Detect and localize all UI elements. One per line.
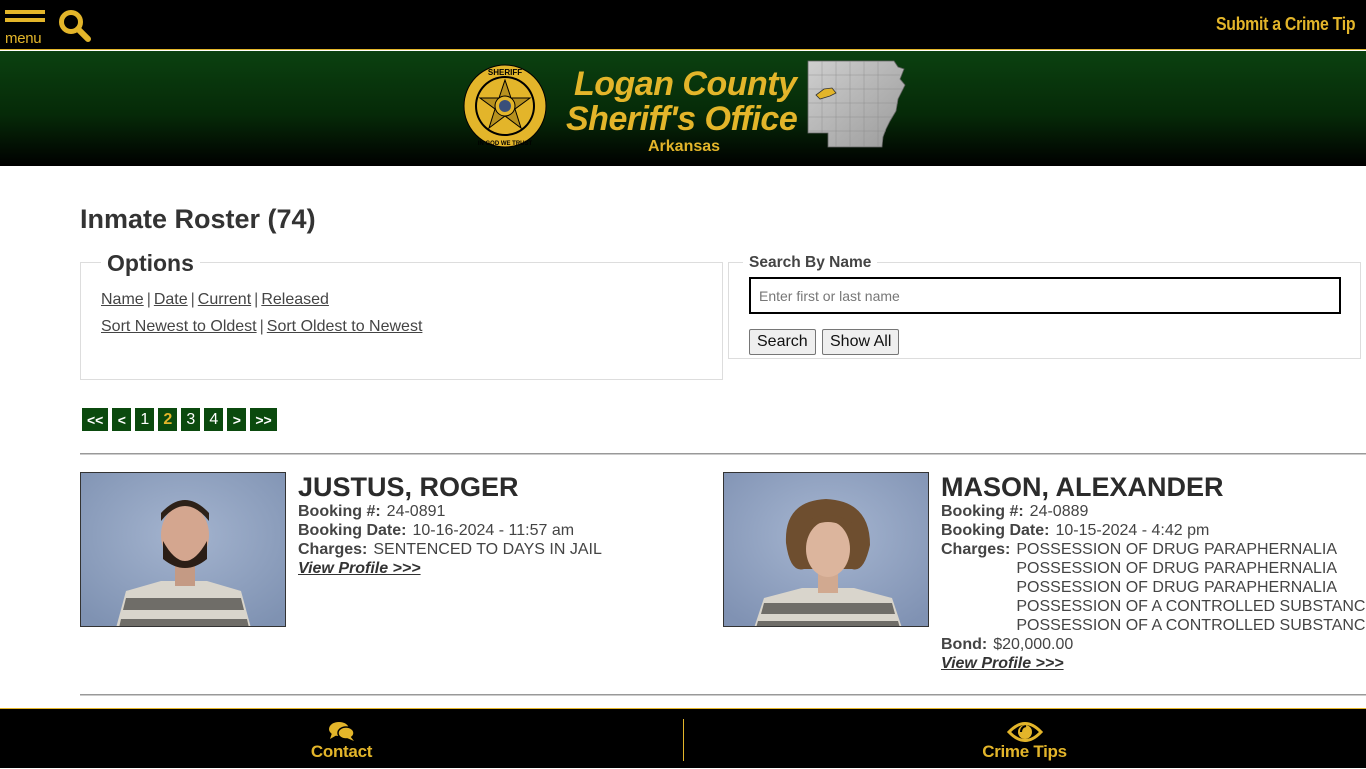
charges-label: Charges: [298, 541, 368, 558]
separator: | [254, 291, 259, 308]
charge-item: POSSESSION OF DRUG PARAPHERNALIA [1016, 541, 1338, 558]
separator: | [190, 291, 195, 308]
brand-title-line2: Sheriff's Office [566, 100, 798, 138]
inmate-name: MASON, ALEXANDER [941, 472, 1224, 502]
bond-field: Bond: $20,000.00 [941, 635, 1366, 654]
brand-state: Arkansas [648, 138, 721, 155]
charge-item: POSSESSION OF A CONTROLLED SUBSTANCE [1016, 617, 1366, 634]
filter-name-link[interactable]: Name [101, 291, 144, 308]
mugshot-image [724, 473, 928, 626]
top-navigation-bar: menu Submit a Crime Tip [0, 0, 1366, 50]
sort-links: Sort Newest to Oldest | Sort Oldest to New… [101, 318, 422, 336]
options-legend: Options [101, 250, 200, 277]
options-panel: Options Name | Date | Current | Released Sort … [80, 250, 723, 380]
divider [80, 453, 1366, 455]
page-2-button-current[interactable]: 2 [158, 408, 178, 431]
inmate-info: JUSTUS, ROGER Booking #: 24-0891 Booking … [298, 472, 728, 578]
contact-button[interactable]: Contact [0, 709, 683, 769]
menu-button[interactable]: menu [5, 10, 47, 48]
last-page-button[interactable]: >> [250, 408, 277, 431]
hamburger-icon-bar [5, 18, 45, 22]
badge-bottom-text: IN GOD WE TRUST [478, 141, 533, 147]
crime-tips-button[interactable]: Crime Tips [683, 709, 1366, 769]
booking-date-value: 10-15-2024 - 4:42 pm [1055, 522, 1210, 539]
charge-item: SENTENCED TO DAYS IN JAIL [373, 541, 602, 558]
filter-links: Name | Date | Current | Released [101, 291, 329, 309]
charge-item: POSSESSION OF A CONTROLLED SUBSTANCE [1016, 598, 1366, 615]
view-profile-link[interactable]: View Profile >>> [941, 654, 1064, 673]
charges-field: Charges: POSSESSION OF DRUG PARAPHERNALI… [941, 540, 1366, 635]
search-icon [59, 10, 91, 42]
search-panel: Search By Name Search Show All [728, 254, 1361, 359]
site-banner: SHERIFF IN GOD WE TRUST Logan County She… [0, 51, 1366, 166]
booking-date-field: Booking Date: 10-15-2024 - 4:42 pm [941, 521, 1366, 540]
next-page-button[interactable]: > [227, 408, 247, 431]
pagination: << < 1 2 3 4 > >> [82, 408, 277, 431]
bond-value: $20,000.00 [993, 636, 1074, 653]
inmate-mugshot[interactable] [80, 472, 286, 627]
search-legend: Search By Name [743, 254, 878, 272]
separator: | [146, 291, 151, 308]
first-page-button[interactable]: << [82, 408, 109, 431]
booking-date-label: Booking Date: [298, 522, 407, 539]
charge-item: POSSESSION OF DRUG PARAPHERNALIA [1016, 579, 1338, 596]
brand-title-line1: Logan County [574, 65, 797, 103]
show-all-button[interactable]: Show All [822, 329, 900, 355]
booking-date-field: Booking Date: 10-16-2024 - 11:57 am [298, 521, 728, 540]
filter-released-link[interactable]: Released [261, 291, 329, 308]
inmate-mugshot[interactable] [723, 472, 929, 627]
crime-tips-label: Crime Tips [982, 742, 1067, 761]
page-4-button[interactable]: 4 [204, 408, 224, 431]
menu-label: menu [5, 30, 42, 47]
search-button[interactable]: Search [749, 329, 816, 355]
inmate-info: MASON, ALEXANDER Booking #: 24-0889 Booki… [941, 472, 1366, 673]
booking-date-value: 10-16-2024 - 11:57 am [412, 522, 575, 539]
booking-number-value: 24-0889 [1029, 503, 1089, 520]
search-button[interactable] [58, 9, 92, 43]
mugshot-image [81, 473, 285, 626]
chat-bubbles-icon [328, 722, 355, 741]
sort-newest-link[interactable]: Sort Newest to Oldest [101, 318, 257, 335]
bond-label: Bond: [941, 636, 988, 653]
charge-item: POSSESSION OF DRUG PARAPHERNALIA [1016, 560, 1338, 577]
booking-number-label: Booking #: [941, 503, 1024, 520]
filter-date-link[interactable]: Date [154, 291, 188, 308]
view-profile-link[interactable]: View Profile >>> [298, 559, 421, 578]
badge-top-text: SHERIFF [488, 68, 522, 77]
eye-icon [1006, 722, 1043, 742]
page-title: Inmate Roster (74) [80, 204, 316, 234]
filter-current-link[interactable]: Current [198, 291, 251, 308]
footer-bar: Contact Crime Tips [0, 708, 1366, 768]
submit-crime-tip-link[interactable]: Submit a Crime Tip [1216, 14, 1356, 35]
contact-label: Contact [310, 742, 373, 761]
prev-page-button[interactable]: < [112, 408, 132, 431]
booking-number-label: Booking #: [298, 503, 381, 520]
name-search-input[interactable] [749, 277, 1341, 314]
charges-label: Charges: [941, 541, 1011, 558]
booking-date-label: Booking Date: [941, 522, 1050, 539]
hamburger-icon [5, 10, 45, 14]
sort-oldest-link[interactable]: Sort Oldest to Newest [267, 318, 423, 335]
booking-number-value: 24-0891 [386, 503, 446, 520]
booking-number-field: Booking #: 24-0891 [298, 502, 728, 521]
separator: | [259, 318, 264, 335]
inmate-name: JUSTUS, ROGER [298, 472, 519, 502]
booking-number-field: Booking #: 24-0889 [941, 502, 1366, 521]
divider [80, 694, 1366, 696]
sheriff-badge-logo[interactable]: SHERIFF IN GOD WE TRUST [462, 63, 548, 149]
arkansas-map-icon [807, 60, 906, 148]
page-1-button[interactable]: 1 [135, 408, 155, 431]
charges-field: Charges: SENTENCED TO DAYS IN JAIL [298, 540, 728, 559]
page-3-button[interactable]: 3 [181, 408, 201, 431]
